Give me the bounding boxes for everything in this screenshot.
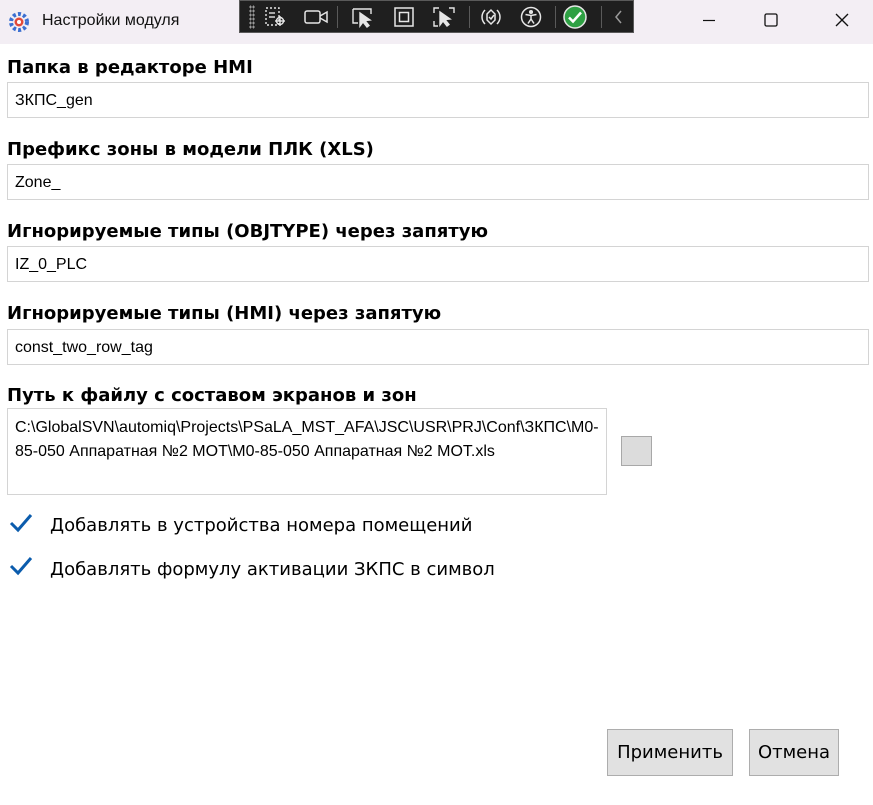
track-focus-icon[interactable] (431, 5, 457, 29)
accessibility-icon[interactable] (518, 5, 544, 29)
collapse-icon[interactable] (606, 5, 632, 29)
pointer-icon[interactable] (350, 5, 376, 29)
hot-reload-icon[interactable] (478, 5, 504, 29)
close-icon (834, 12, 850, 32)
debug-toolbar (239, 0, 634, 33)
ignored-hmi-input[interactable]: const_two_row_tag (7, 329, 869, 365)
ignored-hmi-label: Игнорируемые типы (HMI) через запятую (7, 303, 442, 324)
maximize-button[interactable] (740, 0, 802, 44)
add-activation-formula-label[interactable]: Добавлять формулу активации ЗКПС в симво… (50, 559, 495, 580)
add-room-numbers-label[interactable]: Добавлять в устройства номера помещений (50, 515, 472, 536)
status-ok-icon[interactable] (562, 5, 588, 29)
maximize-icon (763, 12, 779, 32)
minimize-button[interactable] (678, 0, 740, 44)
apply-button[interactable]: Применить (607, 729, 733, 776)
add-room-numbers-checkbox[interactable] (8, 512, 34, 538)
screens-file-label: Путь к файлу с составом экранов и зон (7, 385, 417, 406)
window-title: Настройки модуля (42, 12, 180, 29)
browse-button[interactable] (621, 436, 652, 466)
ignored-objtype-label: Игнорируемые типы (OBJTYPE) через запяту… (7, 221, 488, 242)
hmi-folder-label: Папка в редакторе HMI (7, 57, 253, 78)
add-activation-formula-checkbox[interactable] (8, 555, 34, 581)
zone-prefix-input[interactable]: Zone_ (7, 164, 869, 200)
select-element-icon[interactable] (262, 5, 288, 29)
hmi-folder-input[interactable]: ЗКПС_gen (7, 82, 869, 118)
zone-prefix-label: Префикс зоны в модели ПЛК (XLS) (7, 139, 374, 160)
record-icon[interactable] (303, 5, 329, 29)
checkmark-icon (9, 555, 33, 581)
frame-icon[interactable] (391, 5, 417, 29)
close-button[interactable] (811, 0, 873, 44)
grip-icon[interactable] (249, 5, 255, 29)
gear-icon (8, 11, 30, 33)
screens-file-input[interactable]: C:\GlobalSVN\automiq\Projects\PSaLA_MST_… (7, 408, 607, 495)
minimize-icon (701, 12, 717, 32)
checkmark-icon (9, 512, 33, 538)
ignored-objtype-input[interactable]: IZ_0_PLC (7, 246, 869, 282)
cancel-button[interactable]: Отмена (749, 729, 839, 776)
